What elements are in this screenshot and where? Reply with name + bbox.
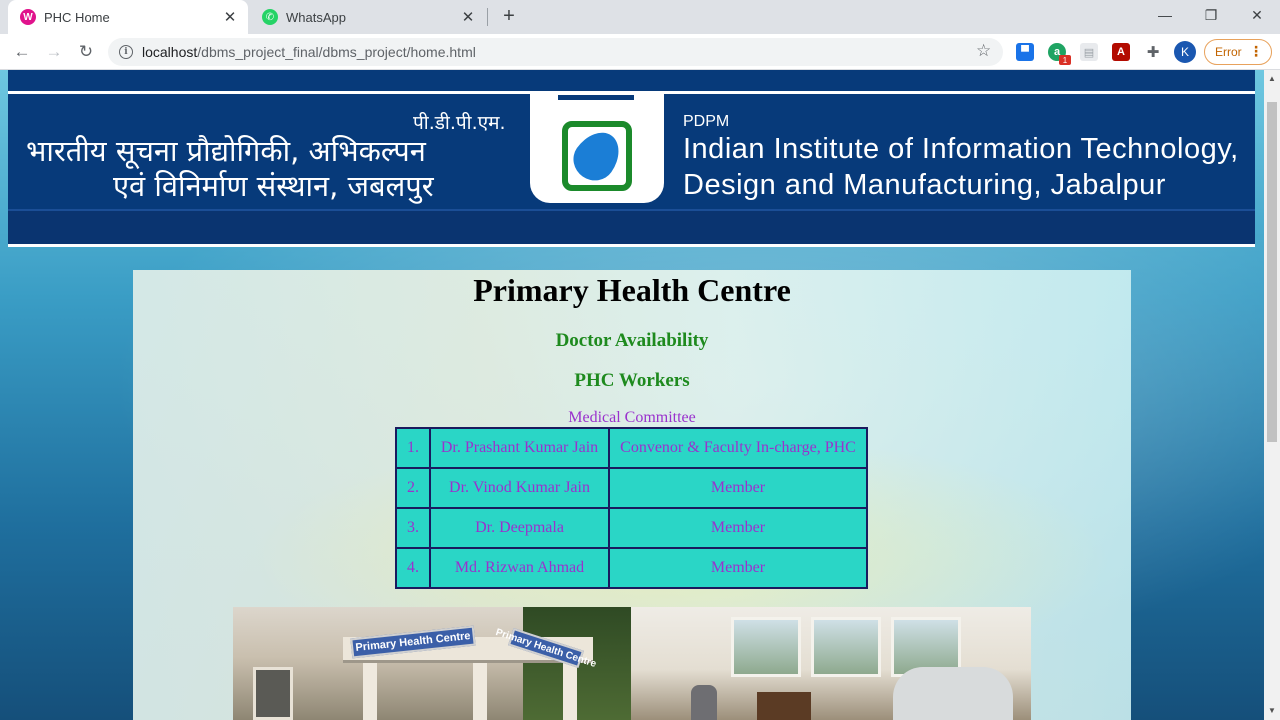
- phc-workers-link[interactable]: PHC Workers: [133, 370, 1131, 392]
- member-name: Dr. Prashant Kumar Jain: [429, 427, 610, 469]
- member-number: 3.: [395, 507, 431, 549]
- table-row: 4. Md. Rizwan Ahmad Member: [395, 547, 868, 589]
- scroll-down-arrow-icon[interactable]: ▼: [1268, 706, 1276, 715]
- puzzle-icon[interactable]: ✚: [1144, 43, 1162, 61]
- photo-pillar: [363, 663, 377, 720]
- photo-window: [731, 617, 801, 677]
- page-title: Primary Health Centre: [473, 272, 791, 308]
- photo-desk: [757, 692, 811, 720]
- phc-building-photo: Primary Health Centre Primary Health Cen…: [233, 607, 631, 720]
- minimize-icon[interactable]: —: [1152, 4, 1178, 26]
- photo-pillar: [473, 663, 487, 720]
- table-row: 3. Dr. Deepmala Member: [395, 507, 868, 549]
- banner-bottom-band: [8, 209, 1255, 247]
- phc-clinic-room-photo: [631, 607, 1031, 720]
- member-role: Member: [608, 467, 868, 509]
- banner-english-line-2: Design and Manufacturing, Jabalpur: [683, 169, 1166, 201]
- scroll-up-arrow-icon[interactable]: ▲: [1268, 74, 1276, 83]
- member-role: Member: [608, 547, 868, 589]
- tab-title: WhatsApp: [286, 9, 346, 25]
- back-icon[interactable]: ←: [10, 40, 34, 64]
- whatsapp-favicon-icon: ✆: [262, 9, 278, 25]
- tab-whatsapp[interactable]: ✆ WhatsApp ✕: [250, 0, 486, 34]
- member-name: Md. Rizwan Ahmad: [429, 547, 610, 589]
- forward-icon[interactable]: →: [42, 40, 66, 64]
- tab-title: PHC Home: [44, 9, 110, 25]
- doctor-availability-link[interactable]: Doctor Availability: [133, 330, 1131, 352]
- medical-committee-table: 1. Dr. Prashant Kumar Jain Convenor & Fa…: [395, 427, 868, 589]
- url-host: localhost: [142, 44, 198, 60]
- photo-dental-chair: [893, 667, 1013, 720]
- banner-english-abbreviation: PDPM: [683, 113, 730, 130]
- phc-photo-strip: Primary Health Centre Primary Health Cen…: [233, 607, 1031, 720]
- member-number: 1.: [395, 427, 431, 469]
- kebab-menu-icon: ⋮: [1249, 43, 1263, 59]
- member-name: Dr. Vinod Kumar Jain: [429, 467, 610, 509]
- restore-icon[interactable]: ❐: [1198, 4, 1224, 26]
- photo-window: [253, 667, 293, 720]
- error-label: Error: [1215, 45, 1242, 59]
- member-name: Dr. Deepmala: [429, 507, 610, 549]
- tab-separator: [487, 8, 488, 26]
- close-icon[interactable]: ✕: [220, 7, 240, 27]
- site-info-icon[interactable]: i: [119, 45, 133, 59]
- reload-icon[interactable]: ↻: [74, 40, 98, 64]
- pdf-extension-icon[interactable]: A: [1112, 43, 1130, 61]
- profile-avatar[interactable]: K: [1174, 41, 1196, 63]
- table-row: 1. Dr. Prashant Kumar Jain Convenor & Fa…: [395, 427, 868, 469]
- logo-top-bar: [558, 95, 634, 100]
- extension-badge: 1: [1059, 55, 1071, 65]
- member-number: 4.: [395, 547, 431, 589]
- member-role: Convenor & Faculty In-charge, PHC: [608, 427, 868, 469]
- member-number: 2.: [395, 467, 431, 509]
- banner-hindi-line-1: भारतीय सूचना प्रौद्योगिकी, अभिकल्पन: [26, 134, 426, 168]
- photo-chair: [691, 685, 717, 720]
- photo-window: [811, 617, 881, 677]
- scrollbar-thumb[interactable]: [1267, 102, 1277, 442]
- reader-extension-icon[interactable]: ▤: [1080, 43, 1098, 61]
- window-close-icon[interactable]: ✕: [1244, 4, 1270, 26]
- browser-toolbar: ← → ↻ i localhost/dbms_project_final/dbm…: [0, 34, 1280, 70]
- phc-favicon-icon: W: [20, 9, 36, 25]
- banner-english-line-1: Indian Institute of Information Technolo…: [683, 133, 1239, 165]
- table-row: 2. Dr. Vinod Kumar Jain Member: [395, 467, 868, 509]
- close-icon[interactable]: ✕: [458, 7, 478, 27]
- cast-extension-icon[interactable]: ▀: [1016, 43, 1034, 61]
- error-button[interactable]: Error ⋮: [1204, 39, 1272, 65]
- url-text: localhost/dbms_project_final/dbms_projec…: [142, 44, 476, 60]
- tab-phc-home[interactable]: W PHC Home ✕: [8, 0, 248, 34]
- page-scrollbar[interactable]: ▲ ▼: [1264, 70, 1280, 720]
- bookmark-star-icon[interactable]: ☆: [976, 41, 991, 61]
- member-role: Member: [608, 507, 868, 549]
- url-path: /dbms_project_final/dbms_project/home.ht…: [197, 44, 476, 60]
- address-bar[interactable]: i localhost/dbms_project_final/dbms_proj…: [108, 38, 1003, 66]
- banner-hindi-line-2: एवं विनिर्माण संस्थान, जबलपुर: [113, 169, 434, 203]
- banner-bottom-rule: [8, 244, 1255, 247]
- committee-caption: Medical Committee: [568, 409, 696, 426]
- new-tab-icon[interactable]: +: [498, 5, 520, 27]
- banner-hindi-abbreviation: पी.डी.पी.एम.: [413, 112, 506, 134]
- content-panel: Primary Health Centre Doctor Availabilit…: [133, 270, 1131, 720]
- photo-pillar: [563, 663, 577, 720]
- institute-banner: पी.डी.पी.एम. भारतीय सूचना प्रौद्योगिकी, …: [8, 70, 1255, 247]
- page-viewport: पी.डी.पी.एम. भारतीय सूचना प्रौद्योगिकी, …: [0, 70, 1264, 720]
- browser-tab-strip: W PHC Home ✕ ✆ WhatsApp ✕ + — ❐ ✕: [0, 0, 1280, 34]
